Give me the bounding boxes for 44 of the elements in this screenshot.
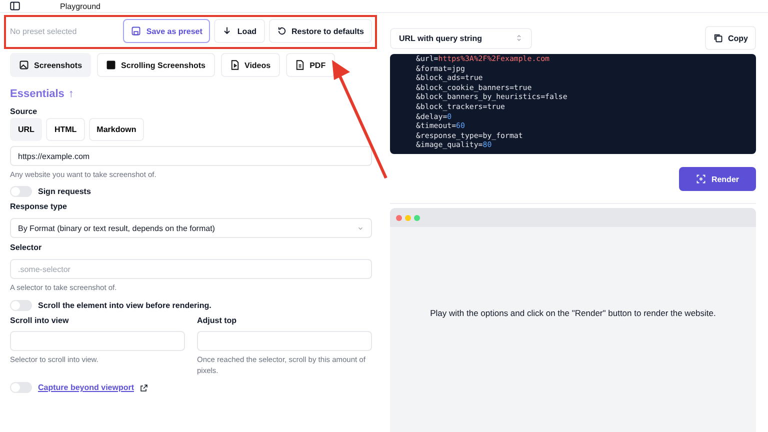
copy-icon: [713, 33, 723, 43]
source-option[interactable]: Markdown: [88, 118, 144, 141]
preset-button[interactable]: Save as preset: [123, 19, 210, 43]
external-link-icon: [140, 384, 148, 392]
preset-button[interactable]: Load: [214, 19, 265, 43]
render-button[interactable]: Render: [679, 167, 756, 191]
up-down-chevron-icon: [515, 34, 523, 42]
toggle-switch[interactable]: [10, 300, 32, 310]
copy-button[interactable]: Copy: [705, 26, 756, 50]
toggle-switch[interactable]: [10, 382, 32, 393]
document-icon: [294, 60, 305, 70]
download-icon: [222, 26, 232, 36]
sidebar-icon: [10, 1, 20, 11]
collapse-toggle[interactable]: ↑: [68, 88, 74, 100]
source-option[interactable]: URL: [10, 118, 42, 141]
mode-tab[interactable]: Videos: [220, 53, 280, 77]
input-field[interactable]: [197, 330, 372, 350]
field-label: Scroll into view: [9, 314, 70, 326]
preset-status: No preset selected: [10, 26, 78, 36]
chevron-down-icon: [357, 224, 364, 232]
field-label: Source: [9, 106, 38, 118]
response-type-select[interactable]: By Format (binary or text result, depends on the format): [10, 218, 372, 238]
toggle-label: Sign requests: [38, 187, 91, 196]
field-label: Response type: [9, 201, 68, 214]
preview-message: Play with the options and click on the "Render" button to render the website.: [430, 308, 716, 318]
section-title: Essentials: [10, 88, 64, 100]
video-file-icon: [230, 60, 240, 70]
focus-icon: [696, 174, 706, 184]
field-label: Selector: [9, 242, 43, 254]
mode-tab[interactable]: Scrolling Screenshots: [97, 53, 214, 77]
preset-button[interactable]: Restore to defaults: [268, 19, 372, 43]
capture-link[interactable]: Capture beyond viewport: [38, 383, 134, 392]
format-select[interactable]: URL with query string: [390, 28, 532, 48]
reset-icon: [276, 26, 287, 36]
page-title: Playground: [60, 2, 100, 10]
input-field[interactable]: [10, 330, 185, 350]
field-label: Adjust top: [196, 314, 238, 326]
toggle-switch[interactable]: [10, 186, 32, 198]
mode-tab[interactable]: PDF: [286, 53, 335, 77]
source-option[interactable]: HTML: [46, 118, 85, 141]
image-icon: [19, 60, 29, 70]
mode-tab[interactable]: Screenshots: [10, 53, 92, 77]
url-field[interactable]: https://example.com: [10, 146, 372, 166]
toggle-label: Scroll the element into view before rendering.: [38, 300, 212, 310]
